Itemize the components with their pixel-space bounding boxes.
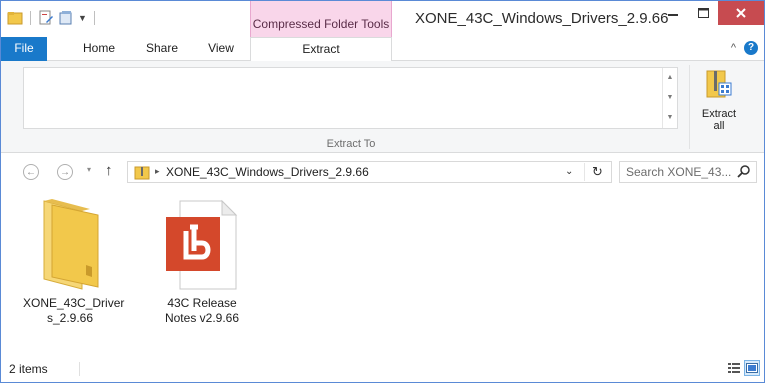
navigation-bar: ← → ▾ ↑ ▸ XONE_43C_Windows_Drivers_2.9.6… bbox=[1, 153, 764, 191]
status-bar: 2 items bbox=[1, 354, 764, 382]
close-button[interactable] bbox=[718, 1, 764, 25]
caption-buttons bbox=[658, 1, 764, 25]
back-button[interactable]: ← bbox=[23, 164, 39, 180]
explorer-window: ▼ Compressed Folder Tools XONE_43C_Windo… bbox=[0, 0, 765, 383]
tab-extract[interactable]: Extract bbox=[250, 37, 392, 62]
recent-locations-icon[interactable]: ▾ bbox=[87, 165, 91, 174]
qat-dropdown-icon[interactable]: ▼ bbox=[78, 13, 87, 23]
file-list: XONE_43C_Driver s_2.9.66 43C Release Not… bbox=[1, 191, 764, 353]
ribbon-tabs: File Home Share View Extract ^ ? bbox=[1, 37, 764, 62]
collapse-ribbon-icon[interactable]: ^ bbox=[731, 42, 736, 54]
status-separator bbox=[79, 362, 80, 376]
folder-icon bbox=[43, 199, 99, 290]
extract-all-icon bbox=[706, 70, 732, 98]
ribbon-controls: ^ ? bbox=[731, 41, 758, 55]
gallery-scroll-down-icon[interactable]: ▼ bbox=[663, 88, 677, 108]
contextual-tab-group-label: Compressed Folder Tools bbox=[252, 17, 390, 31]
folder-location-icon bbox=[134, 166, 150, 180]
file-item-pdf[interactable]: 43C Release Notes v2.9.66 bbox=[155, 197, 249, 326]
file-name-line1: 43C Release bbox=[167, 296, 237, 310]
file-item-folder[interactable]: XONE_43C_Driver s_2.9.66 bbox=[23, 197, 125, 326]
extract-all-label: Extract all bbox=[694, 108, 744, 132]
details-view-icon bbox=[728, 363, 740, 373]
tab-home[interactable]: Home bbox=[77, 37, 121, 61]
maximize-button[interactable] bbox=[688, 1, 718, 25]
file-item-label: 43C Release Notes v2.9.66 bbox=[155, 296, 249, 326]
tab-view[interactable]: View bbox=[201, 37, 241, 61]
qat-separator bbox=[93, 11, 95, 25]
details-view-button[interactable] bbox=[726, 360, 742, 376]
help-icon[interactable]: ? bbox=[744, 41, 758, 55]
gallery-scroll-up-icon[interactable]: ▲ bbox=[663, 68, 677, 88]
qat-separator bbox=[30, 11, 31, 25]
large-icons-view-icon bbox=[746, 363, 758, 373]
pdf-document-icon bbox=[166, 199, 238, 290]
item-count: 2 items bbox=[9, 362, 48, 376]
folder-app-icon[interactable] bbox=[7, 10, 23, 26]
extract-to-group-label: Extract To bbox=[326, 138, 376, 150]
new-folder-icon[interactable] bbox=[58, 10, 74, 26]
gallery-scroll[interactable]: ▲ ▼ ▼ bbox=[662, 68, 677, 128]
file-name-line2: s_2.9.66 bbox=[46, 311, 94, 325]
title-bar: ▼ Compressed Folder Tools XONE_43C_Windo… bbox=[1, 1, 764, 37]
file-name-line1: XONE_43C_Driver bbox=[23, 296, 125, 310]
ribbon-group-separator bbox=[689, 65, 690, 149]
properties-icon[interactable] bbox=[38, 10, 54, 26]
extract-to-gallery[interactable]: ▲ ▼ ▼ bbox=[23, 67, 678, 129]
tab-file[interactable]: File bbox=[1, 37, 47, 61]
breadcrumb-separator-icon[interactable]: ▸ bbox=[155, 166, 160, 177]
forward-button[interactable]: → bbox=[57, 164, 73, 180]
large-icons-view-button[interactable] bbox=[744, 360, 760, 376]
search-box[interactable] bbox=[619, 161, 757, 183]
breadcrumb-current-folder[interactable]: XONE_43C_Windows_Drivers_2.9.66 bbox=[166, 165, 369, 179]
tab-share[interactable]: Share bbox=[139, 37, 185, 61]
file-item-label: XONE_43C_Driver s_2.9.66 bbox=[23, 296, 125, 326]
extract-all-label-line1: Extract bbox=[701, 108, 737, 120]
ribbon-panel: ▲ ▼ ▼ Extract To Extract all bbox=[1, 61, 764, 153]
file-name-line2: Notes v2.9.66 bbox=[164, 311, 240, 325]
refresh-button[interactable]: ↻ bbox=[584, 163, 610, 181]
address-dropdown-icon[interactable]: ⌄ bbox=[565, 166, 573, 177]
up-button[interactable]: ↑ bbox=[105, 162, 113, 179]
extract-all-button[interactable]: Extract all bbox=[694, 67, 744, 137]
search-input[interactable] bbox=[626, 164, 734, 180]
quick-access-toolbar: ▼ bbox=[7, 10, 98, 26]
contextual-tab-group: Compressed Folder Tools bbox=[250, 1, 392, 37]
address-bar[interactable]: ▸ XONE_43C_Windows_Drivers_2.9.66 ⌄ ↻ bbox=[127, 161, 612, 183]
extract-all-label-line2: all bbox=[713, 120, 725, 132]
view-switcher bbox=[726, 360, 760, 376]
minimize-button[interactable] bbox=[658, 1, 688, 25]
search-icon[interactable] bbox=[736, 164, 752, 180]
window-title: XONE_43C_Windows_Drivers_2.9.66 bbox=[415, 10, 669, 27]
gallery-more-icon[interactable]: ▼ bbox=[663, 108, 677, 128]
